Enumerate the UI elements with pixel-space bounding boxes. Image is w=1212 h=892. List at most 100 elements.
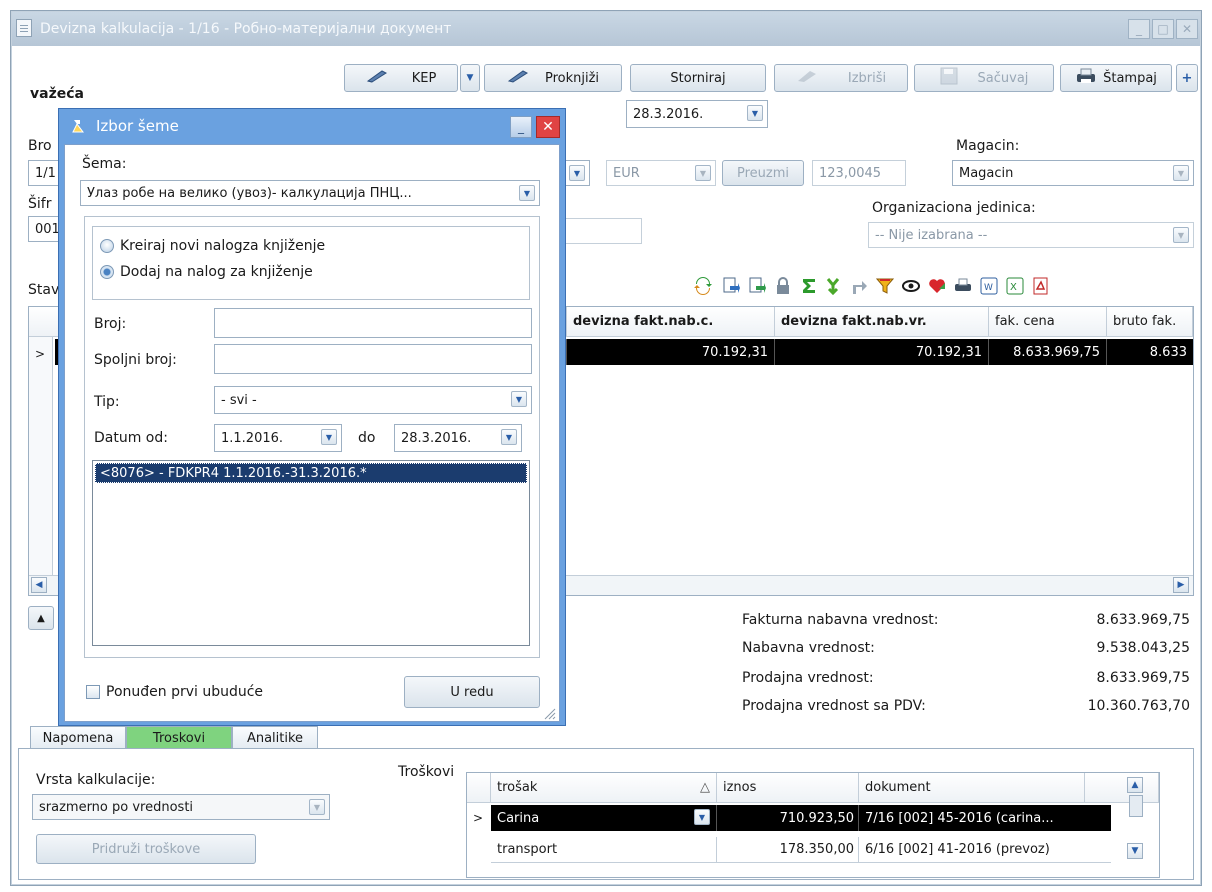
table-cell: 8.633	[1149, 344, 1187, 360]
tab-troskovi[interactable]: Troskovi	[126, 726, 232, 750]
column-header-devizna-fakt-nab-vr[interactable]: devizna fakt.nab.vr.	[775, 307, 989, 336]
dialog-broj-input[interactable]	[214, 308, 532, 338]
svg-text:X: X	[1010, 282, 1017, 293]
filter-icon[interactable]	[876, 277, 894, 295]
org-unit-label: Organizaciona jedinica:	[872, 200, 1036, 216]
partner-name-field[interactable]	[562, 218, 642, 244]
vrsta-kalkulacije-label: Vrsta kalkulacije:	[36, 772, 156, 788]
scheme-dialog-titlebar[interactable]: Izbor šeme	[64, 112, 560, 140]
checkbox-icon[interactable]	[86, 685, 100, 699]
scroll-up-icon[interactable]: ▲	[1127, 777, 1143, 793]
radio-create-new-order[interactable]: Kreiraj novi nalogza knjiženje	[100, 238, 325, 254]
chevron-down-icon[interactable]: ▼	[321, 429, 337, 445]
radio-button-selected-icon[interactable]	[100, 265, 114, 279]
vertical-scrollbar-thumb[interactable]	[1129, 795, 1143, 817]
chevron-down-icon[interactable]: ▼	[511, 391, 527, 407]
kep-dropdown-button[interactable]: ▼	[460, 64, 480, 92]
dialog-close-button[interactable]: ✕	[536, 116, 560, 138]
table-cell: 70.192,31	[775, 339, 989, 365]
sacuvaj-button[interactable]: Sačuvaj	[914, 64, 1054, 92]
sort-ascending-icon: △	[700, 780, 710, 795]
more-actions-button[interactable]: +	[1176, 64, 1198, 92]
column-header-fak-cena[interactable]: fak. cena	[989, 307, 1107, 336]
lock-icon[interactable]	[774, 277, 792, 295]
dialog-spoljni-broj-input[interactable]	[214, 344, 532, 374]
dialog-minimize-button[interactable]: _	[510, 116, 532, 138]
scroll-down-icon[interactable]: ▼	[1127, 843, 1143, 859]
kep-button[interactable]: KEP	[344, 64, 458, 92]
document-date-field[interactable]: 28.3.2016. ▼	[626, 100, 768, 128]
stampaj-button[interactable]: Štampaj	[1060, 64, 1172, 92]
maximize-button[interactable]: □	[1152, 19, 1174, 39]
column-header-bruto-fak[interactable]: bruto fak.	[1107, 307, 1193, 336]
column-header-iznos[interactable]: iznos	[717, 773, 859, 802]
word-export-icon[interactable]: W	[980, 277, 998, 295]
org-unit-combo[interactable]: -- Nije izabrana -- ▼	[868, 222, 1194, 248]
chevron-down-icon[interactable]: ▼	[501, 429, 517, 445]
close-window-button[interactable]: ✕	[1176, 19, 1198, 39]
chevron-down-icon[interactable]: ▼	[694, 809, 710, 825]
tab-analitike[interactable]: Analitike	[232, 726, 318, 750]
chevron-down-icon[interactable]: ▼	[747, 105, 763, 121]
order-list[interactable]: <8076> - FDKPR4 1.1.2016.-31.3.2016.*	[92, 460, 530, 646]
minimize-icon: _	[1136, 22, 1142, 36]
chevron-down-icon[interactable]: ▼	[519, 185, 535, 201]
merge-down-icon[interactable]	[824, 277, 842, 295]
row-indicator-column	[29, 337, 53, 595]
magacin-combo[interactable]: Magacin ▼	[952, 160, 1194, 186]
exchange-rate-field[interactable]: 123,0045	[812, 160, 906, 186]
printer-icon	[1075, 68, 1097, 88]
storniraj-button[interactable]: Storniraj	[630, 64, 766, 92]
column-header-devizna-fakt-nab-c[interactable]: devizna fakt.nab.c.	[567, 307, 775, 336]
eye-icon[interactable]	[902, 277, 920, 295]
pdf-export-icon[interactable]	[1032, 277, 1050, 295]
sum-icon[interactable]	[800, 277, 818, 295]
radio-add-to-order[interactable]: Dodaj na nalog za knjiženje	[100, 264, 313, 280]
main-window-titlebar[interactable]: Devizna kalkulacija - 1/16 - Робно-матер…	[12, 12, 1200, 46]
offered-first-checkbox[interactable]: Ponuđen prvi ubuduće	[86, 684, 263, 700]
refresh-icon[interactable]	[694, 277, 712, 295]
sema-combo[interactable]: Улаз робе на велико (увоз)- калкулација …	[80, 180, 540, 206]
dialog-tip-combo[interactable]: - svi - ▼	[214, 386, 532, 414]
current-row-indicator-icon: >	[473, 811, 484, 825]
list-item[interactable]: <8076> - FDKPR4 1.1.2016.-31.3.2016.*	[95, 463, 527, 483]
table-row[interactable]: Carina ▼ 710.923,50 7/16 [002] 45-2016 (…	[491, 805, 1111, 831]
column-header-dokument[interactable]: dokument	[859, 773, 1085, 802]
izbrisi-button[interactable]: Izbriši	[774, 64, 908, 92]
print-icon[interactable]	[954, 277, 972, 295]
export-icon[interactable]	[748, 277, 766, 295]
table-row[interactable]: transport 178.350,00 6/16 [002] 41-2016 …	[491, 837, 1111, 863]
proknjizi-button[interactable]: Proknjiži	[484, 64, 622, 92]
dialog-tip-label: Tip:	[94, 394, 120, 410]
resize-grip-icon[interactable]	[542, 706, 556, 720]
redirect-arrow-icon[interactable]	[850, 277, 868, 295]
current-row-indicator-icon: >	[35, 347, 46, 361]
dialog-title: Izbor šeme	[96, 117, 179, 135]
import-icon[interactable]	[722, 277, 740, 295]
table-cell: 8.633.969,75	[989, 339, 1107, 365]
vrsta-kalkulacije-combo[interactable]: srazmerno po vrednosti ▼	[32, 794, 330, 820]
svg-text:W: W	[984, 283, 993, 293]
collapse-panel-button[interactable]: ▲	[28, 606, 54, 630]
excel-export-icon[interactable]: X	[1006, 277, 1024, 295]
eraser-icon	[796, 69, 818, 87]
chevron-down-icon: ▼	[466, 73, 474, 83]
column-header-trosak[interactable]: trošak △	[491, 773, 717, 802]
radio-button-icon[interactable]	[100, 239, 114, 253]
dialog-datum-do-field[interactable]: 28.3.2016. ▼	[394, 424, 522, 452]
favorite-heart-icon[interactable]	[928, 277, 946, 295]
partner-combo[interactable]: ▼	[562, 160, 590, 186]
pridruzi-troskove-button[interactable]: Pridruži troškove	[36, 834, 256, 864]
costs-grid[interactable]: trošak △ iznos dokument > Carina ▼ 710.9…	[466, 772, 1160, 878]
maximize-icon: □	[1157, 22, 1169, 36]
tab-napomena[interactable]: Napomena	[30, 726, 126, 750]
dialog-datum-od-field[interactable]: 1.1.2016. ▼	[214, 424, 342, 452]
ok-button[interactable]: U redu	[404, 676, 540, 708]
chevron-down-icon[interactable]: ▼	[569, 165, 585, 181]
scroll-left-icon[interactable]: ◀	[31, 577, 47, 593]
currency-combo[interactable]: EUR ▼	[606, 160, 716, 186]
costs-grid-header: trošak △ iznos dokument	[467, 773, 1159, 803]
preuzmi-button[interactable]: Preuzmi	[722, 160, 804, 186]
scroll-right-icon[interactable]: ▶	[1173, 577, 1189, 593]
minimize-button[interactable]: _	[1128, 19, 1150, 39]
